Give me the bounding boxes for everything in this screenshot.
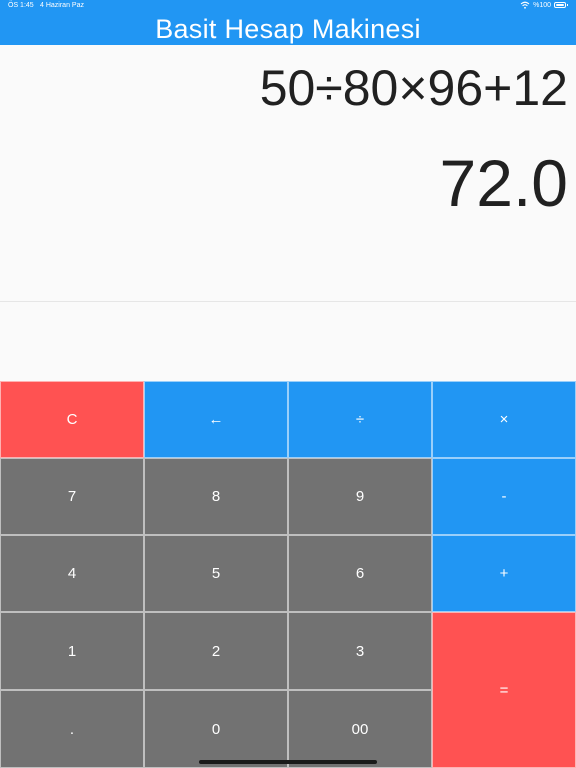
battery-icon xyxy=(554,2,568,8)
battery-percent: %100 xyxy=(533,1,551,9)
app-title: Basit Hesap Makinesi xyxy=(155,14,421,44)
digit-6-button[interactable]: 6 xyxy=(288,535,432,612)
app-bar: Basit Hesap Makinesi xyxy=(0,14,576,45)
calculator-display: 50÷80×96+12 72.0 xyxy=(0,45,576,301)
digit-4-button[interactable]: 4 xyxy=(0,535,144,612)
home-indicator[interactable] xyxy=(199,760,377,764)
digit-8-button[interactable]: 8 xyxy=(144,458,288,535)
double-zero-button[interactable]: 00 xyxy=(288,690,432,768)
multiply-button[interactable]: × xyxy=(432,381,576,458)
status-indicators: %100 xyxy=(520,1,568,9)
expression-text: 50÷80×96+12 xyxy=(259,60,568,116)
keypad: C ← ÷ × 7 8 9 - 4 5 6 + 1 2 3 = . 0 00 xyxy=(0,381,576,768)
clear-button[interactable]: C xyxy=(0,381,144,458)
status-time: ÖS 1:45 xyxy=(8,2,34,9)
digit-1-button[interactable]: 1 xyxy=(0,612,144,690)
digit-9-button[interactable]: 9 xyxy=(288,458,432,535)
decimal-point-button[interactable]: . xyxy=(0,690,144,768)
digit-0-button[interactable]: 0 xyxy=(144,690,288,768)
minus-button[interactable]: - xyxy=(432,458,576,535)
status-date: 4 Haziran Paz xyxy=(40,2,84,9)
equals-button[interactable]: = xyxy=(432,612,576,768)
divide-button[interactable]: ÷ xyxy=(288,381,432,458)
digit-5-button[interactable]: 5 xyxy=(144,535,288,612)
backspace-button[interactable]: ← xyxy=(144,381,288,458)
status-bar: ÖS 1:45 4 Haziran Paz %100 xyxy=(0,0,576,14)
result-text: 72.0 xyxy=(439,146,568,220)
plus-button[interactable]: + xyxy=(432,535,576,612)
digit-2-button[interactable]: 2 xyxy=(144,612,288,690)
wifi-icon xyxy=(520,1,530,9)
digit-7-button[interactable]: 7 xyxy=(0,458,144,535)
digit-3-button[interactable]: 3 xyxy=(288,612,432,690)
display-divider xyxy=(0,301,576,302)
